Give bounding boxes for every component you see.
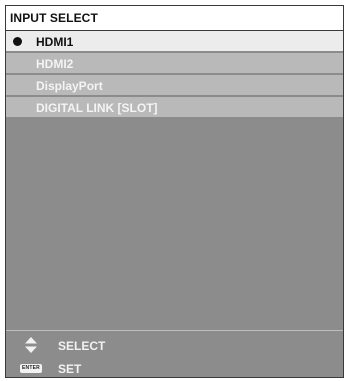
guide-set-label: SET bbox=[58, 362, 82, 376]
input-item-hdmi1[interactable]: HDMI1 bbox=[6, 31, 343, 51]
input-item-digital-link-slot[interactable]: DIGITAL LINK [SLOT] bbox=[6, 97, 343, 117]
menu-title-bar: INPUT SELECT bbox=[6, 6, 343, 31]
input-item-label: DIGITAL LINK [SLOT] bbox=[36, 101, 158, 115]
guide-select-label: SELECT bbox=[58, 339, 106, 353]
enter-key-icon: ENTER bbox=[20, 364, 42, 373]
menu-title: INPUT SELECT bbox=[10, 11, 98, 25]
guide-set-row: ENTER SET bbox=[6, 358, 343, 378]
input-item-label: HDMI2 bbox=[36, 57, 74, 71]
input-select-menu: INPUT SELECT HDMI1 HDMI2 DisplayPort DIG… bbox=[5, 5, 344, 378]
guide-divider bbox=[6, 330, 343, 331]
input-item-label: HDMI1 bbox=[36, 35, 74, 49]
guide-select-row: SELECT bbox=[6, 335, 343, 355]
up-down-arrow-icon bbox=[25, 337, 37, 353]
selected-bullet-icon bbox=[13, 37, 22, 46]
input-item-displayport[interactable]: DisplayPort bbox=[6, 75, 343, 95]
input-item-hdmi2[interactable]: HDMI2 bbox=[6, 53, 343, 73]
input-item-label: DisplayPort bbox=[36, 79, 103, 93]
input-list: HDMI1 HDMI2 DisplayPort DIGITAL LINK [SL… bbox=[6, 31, 343, 119]
